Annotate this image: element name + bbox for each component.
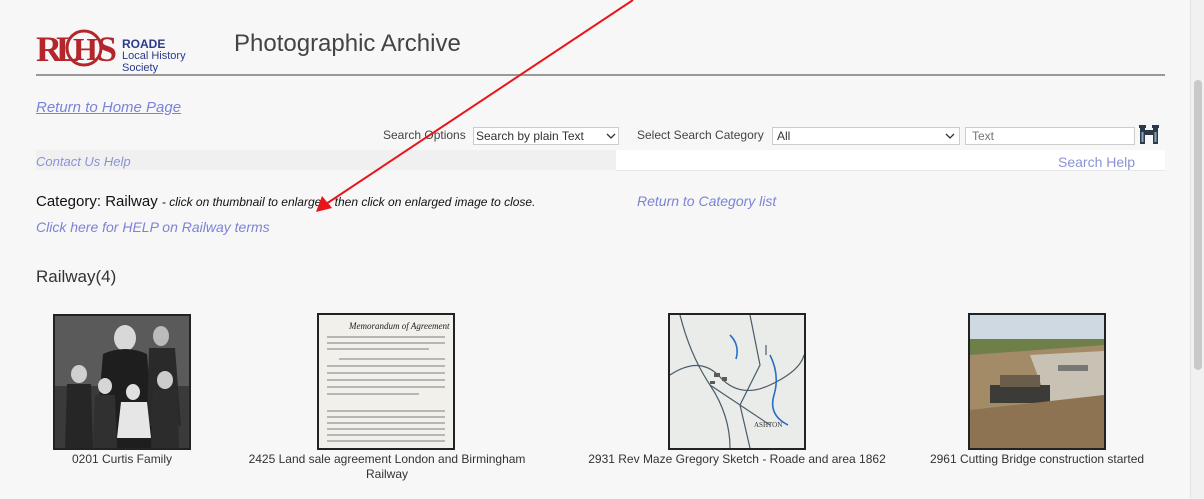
logo-line-2: Local History Society — [122, 50, 186, 74]
category-note: - click on thumbnail to enlarge... then … — [161, 195, 536, 209]
railway-help-link[interactable]: Click here for HELP on Railway terms — [36, 219, 270, 235]
category-label: Category: — [36, 193, 102, 210]
chevron-down-icon — [945, 129, 955, 143]
svg-text:H: H — [73, 31, 98, 67]
search-category-value: All — [777, 129, 791, 143]
thumbnail-caption: 0201 Curtis Family — [71, 452, 173, 466]
search-options-select[interactable]: Search by plain Text — [473, 127, 619, 145]
svg-text:Memorandum of Agreement: Memorandum of Agreement — [348, 321, 450, 331]
thumbnail-cutting-bridge[interactable] — [968, 313, 1106, 450]
header-divider — [36, 74, 1165, 76]
svg-text:S: S — [97, 29, 116, 68]
return-home-link[interactable]: Return to Home Page — [36, 99, 181, 116]
thumbnail-caption: 2425 Land sale agreement London and Birm… — [248, 452, 526, 481]
search-options-value: Search by plain Text — [476, 129, 584, 143]
search-options-label: Search Options — [383, 128, 466, 142]
binoculars-icon[interactable] — [1138, 124, 1160, 146]
page-title: Photographic Archive — [234, 30, 461, 57]
thumbnail-land-sale-agreement[interactable]: Memorandum of Agreement — [317, 313, 455, 450]
category-name: Railway — [105, 193, 158, 210]
svg-text:ASHTON: ASHTON — [754, 421, 782, 429]
rlhs-logo-mark: R L H S — [36, 28, 120, 78]
category-line: Category: Railway - click on thumbnail t… — [36, 193, 535, 210]
site-logo[interactable]: R L H S ROADE Local History Society — [36, 28, 212, 74]
search-category-label: Select Search Category — [637, 128, 764, 142]
search-help-link[interactable]: Search Help — [1058, 154, 1135, 170]
return-category-list-link[interactable]: Return to Category list — [637, 193, 776, 209]
chevron-down-icon — [606, 129, 616, 143]
search-text-input[interactable] — [965, 127, 1135, 145]
logo-line-1: ROADE — [122, 37, 166, 51]
vertical-scrollbar[interactable] — [1190, 0, 1204, 499]
page-background: R L H S ROADE Local History Society Phot… — [0, 0, 1190, 499]
thumbnail-curtis-family[interactable] — [53, 314, 191, 450]
thumbnail-caption: 2931 Rev Maze Gregory Sketch - Roade and… — [588, 452, 886, 466]
contact-help-link[interactable]: Contact Us Help — [36, 154, 131, 169]
thumbnail-gregory-sketch[interactable]: ASHTON — [668, 313, 806, 450]
section-heading: Railway(4) — [36, 267, 117, 286]
search-category-select[interactable]: All — [772, 127, 960, 145]
scrollbar-thumb[interactable] — [1194, 80, 1202, 370]
thumbnail-caption: 2961 Cutting Bridge construction started — [929, 452, 1145, 466]
